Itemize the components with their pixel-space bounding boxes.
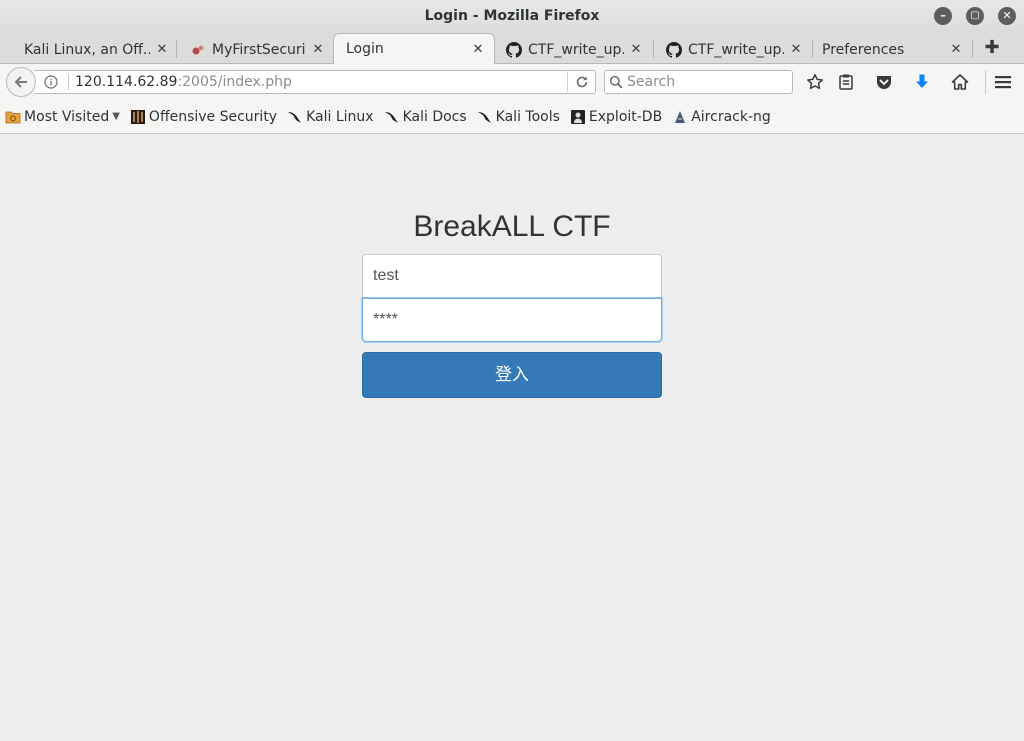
tab-close-icon[interactable]: ✕ bbox=[790, 42, 802, 57]
tab-label: MyFirstSecurity bbox=[212, 41, 306, 58]
tab-myfirstsecurity[interactable]: MyFirstSecurity ✕ bbox=[178, 35, 334, 64]
url-bar[interactable]: 120.114.62.89:2005/index.php bbox=[34, 70, 596, 94]
tab-login[interactable]: Login ✕ bbox=[333, 33, 495, 64]
close-icon[interactable]: ✕ bbox=[998, 7, 1016, 25]
chevron-down-icon: ▼ bbox=[112, 111, 120, 122]
maximize-icon[interactable]: ▢ bbox=[966, 7, 984, 25]
tab-label: CTF_write_up... bbox=[688, 41, 784, 58]
login-button[interactable]: 登入 bbox=[362, 352, 662, 398]
password-input[interactable] bbox=[362, 298, 662, 342]
github-icon bbox=[666, 41, 682, 58]
blog-icon bbox=[190, 42, 206, 58]
bookmark-label: Offensive Security bbox=[148, 108, 278, 125]
folder-icon bbox=[5, 109, 21, 125]
kali-dragon-icon bbox=[384, 109, 400, 125]
window-title: Login - Mozilla Firefox bbox=[424, 8, 600, 24]
url-path: :2005/index.php bbox=[177, 74, 292, 90]
tab-label: Preferences bbox=[822, 41, 905, 58]
home-icon[interactable] bbox=[950, 72, 970, 92]
bookmark-label: Most Visited bbox=[24, 108, 110, 125]
tab-label: CTF_write_up... bbox=[528, 41, 624, 58]
url-text[interactable]: 120.114.62.89:2005/index.php bbox=[75, 74, 567, 90]
url-separator bbox=[68, 74, 69, 90]
kali-dragon-icon bbox=[477, 109, 493, 125]
hamburger-menu-icon[interactable] bbox=[993, 72, 1013, 92]
bookmark-exploit-db[interactable]: Exploit-DB bbox=[570, 109, 662, 125]
offsec-icon bbox=[130, 109, 146, 125]
tab-close-icon[interactable]: ✕ bbox=[630, 42, 642, 57]
url-host: 120.114.62.89 bbox=[75, 74, 178, 90]
tab-preferences[interactable]: Preferences ✕ bbox=[810, 35, 972, 64]
tab-label: Kali Linux, an Off... bbox=[24, 41, 150, 58]
reading-list-icon[interactable] bbox=[836, 72, 856, 92]
bookmark-label: Kali Tools bbox=[495, 108, 560, 125]
info-icon[interactable] bbox=[40, 75, 62, 89]
bookmark-label: Exploit-DB bbox=[588, 108, 663, 125]
tab-separator bbox=[972, 40, 973, 58]
bookmark-kali-tools[interactable]: Kali Tools bbox=[477, 109, 560, 125]
bookmark-label: Kali Linux bbox=[306, 108, 374, 125]
bookmark-label: Aircrack-ng bbox=[691, 108, 771, 125]
search-box[interactable] bbox=[604, 70, 793, 94]
download-icon[interactable] bbox=[912, 72, 932, 92]
bookmark-aircrack-ng[interactable]: Aircrack-ng bbox=[672, 109, 771, 125]
bookmark-kali-docs[interactable]: Kali Docs bbox=[384, 109, 467, 125]
page-content: BreakALL CTF 登入 bbox=[0, 135, 1024, 741]
username-input[interactable] bbox=[362, 254, 662, 298]
search-icon bbox=[609, 75, 623, 89]
tab-bar: Kali Linux, an Off... ✕ MyFirstSecurity … bbox=[0, 32, 1024, 64]
back-arrow-icon bbox=[14, 76, 27, 88]
bookmark-most-visited[interactable]: Most Visited ▼ bbox=[5, 109, 120, 125]
window-titlebar: Login - Mozilla Firefox – ▢ ✕ bbox=[0, 0, 1024, 32]
kali-dragon-icon bbox=[287, 109, 303, 125]
page-title: BreakALL CTF bbox=[413, 210, 611, 243]
reload-icon[interactable] bbox=[567, 70, 595, 94]
tab-close-icon[interactable]: ✕ bbox=[950, 42, 962, 57]
pocket-icon[interactable] bbox=[874, 72, 894, 92]
tab-ctf-write-up-1[interactable]: CTF_write_up... ✕ bbox=[494, 35, 652, 64]
aircrack-icon bbox=[672, 109, 688, 125]
back-button[interactable] bbox=[6, 67, 36, 97]
tab-separator bbox=[176, 40, 177, 58]
github-icon bbox=[506, 41, 522, 58]
tab-close-icon[interactable]: ✕ bbox=[472, 42, 484, 57]
tab-ctf-write-up-2[interactable]: CTF_write_up... ✕ bbox=[654, 35, 812, 64]
search-input[interactable] bbox=[627, 74, 777, 90]
window-controls: – ▢ ✕ bbox=[934, 7, 1016, 25]
exploitdb-icon bbox=[570, 109, 586, 125]
toolbar-separator bbox=[984, 70, 986, 94]
tab-close-icon[interactable]: ✕ bbox=[156, 42, 168, 57]
bookmark-kali-linux[interactable]: Kali Linux bbox=[287, 108, 374, 125]
tab-kali-linux[interactable]: Kali Linux, an Off... ✕ bbox=[12, 35, 178, 64]
navigation-toolbar: 120.114.62.89:2005/index.php bbox=[0, 64, 1024, 100]
bookmark-offensive-security[interactable]: Offensive Security bbox=[130, 109, 277, 125]
new-tab-icon[interactable]: ✚ bbox=[982, 38, 1002, 58]
bookmark-star-icon[interactable] bbox=[805, 72, 825, 92]
bookmarks-toolbar: Most Visited ▼ Offensive Security Kali L… bbox=[0, 100, 1024, 134]
bookmark-label: Kali Docs bbox=[402, 108, 467, 125]
login-form: BreakALL CTF 登入 bbox=[362, 205, 662, 398]
minimize-icon[interactable]: – bbox=[934, 7, 952, 25]
tab-label: Login bbox=[346, 41, 384, 57]
tab-close-icon[interactable]: ✕ bbox=[312, 42, 324, 57]
